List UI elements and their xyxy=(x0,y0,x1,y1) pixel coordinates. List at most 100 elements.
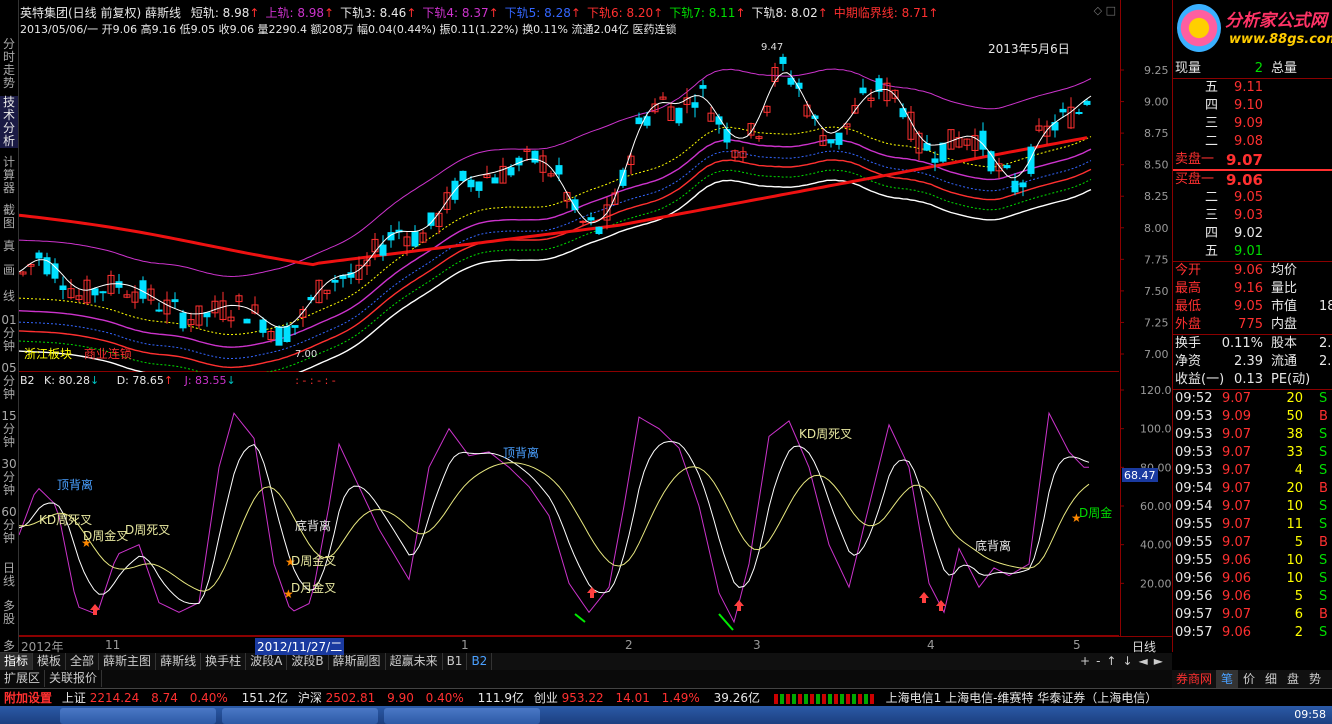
left-tab-11[interactable]: 60分钟 xyxy=(0,506,18,545)
tick-side: S xyxy=(1319,589,1328,604)
left-tab-1[interactable]: 技术分析 xyxy=(0,96,18,148)
tick-row-9: 09:55 9.06 10 S xyxy=(1173,552,1332,570)
period-label[interactable]: 日线 xyxy=(1132,638,1156,655)
left-tab-8[interactable]: 05分钟 xyxy=(0,362,18,401)
indicator-tab-4[interactable]: 薛斯线 xyxy=(156,653,202,670)
stat-value-1: 9.16 xyxy=(1234,281,1263,296)
tick-side: S xyxy=(1319,553,1328,568)
rail-value-0: 短轨: 8.98↑ xyxy=(190,6,260,20)
current-volume-label: 现量 xyxy=(1175,61,1202,76)
candle xyxy=(99,291,107,294)
tick-row-2: 09:53 9.07 38 S xyxy=(1173,426,1332,444)
indicator-tab-3[interactable]: 薛斯主图 xyxy=(99,653,157,670)
kd-annotation-6: D月金叉 xyxy=(291,580,336,595)
indicator-tab-6[interactable]: 波段A xyxy=(246,653,288,670)
news-ticker[interactable]: 上海电信1 上海电信-维赛特 华泰证券（上海电信） xyxy=(886,691,1158,705)
sell-row-0: 五 9.11 xyxy=(1173,79,1332,97)
left-tab-4[interactable]: 真 xyxy=(0,240,18,253)
time-label-7: 5 xyxy=(1073,638,1081,652)
left-tab-10[interactable]: 30分钟 xyxy=(0,458,18,497)
right-tab-2[interactable]: 细 xyxy=(1260,670,1282,688)
stat-label-3: 外盘 xyxy=(1175,317,1202,332)
left-tab-0[interactable]: 分时走势 xyxy=(0,38,18,90)
chart-window-icons[interactable]: ◇ □ xyxy=(1094,4,1116,17)
sector-label: 浙江板块 商业连锁 xyxy=(24,347,132,361)
broker-link[interactable]: 券商网 xyxy=(1172,670,1216,688)
price-tick-label-3: 8.50 xyxy=(1144,159,1169,172)
settings-link[interactable]: 附加设置 xyxy=(4,691,52,705)
extension-tab-1[interactable]: 关联报价 xyxy=(45,670,103,687)
right-tab-3[interactable]: 盘 xyxy=(1282,670,1304,688)
indicator-tab-2[interactable]: 全部 xyxy=(66,653,100,670)
time-label-5: 3 xyxy=(753,638,761,652)
left-tab-12[interactable]: 日线 xyxy=(0,562,18,588)
sell-row-3: 二 9.08 xyxy=(1173,133,1332,151)
left-tab-6[interactable]: 线 xyxy=(0,290,18,303)
indicator-tab-8[interactable]: 薛斯副图 xyxy=(329,653,386,670)
right-tab-4[interactable]: 势 xyxy=(1304,670,1326,688)
taskbar-app-1[interactable] xyxy=(60,708,216,724)
candle xyxy=(179,312,187,329)
nav-control-5[interactable]: ► xyxy=(1154,654,1163,668)
left-tab-7[interactable]: 01分钟 xyxy=(0,314,18,353)
brand-logo: 分析家公式网 www.88gs.com xyxy=(1173,0,1332,58)
taskbar-app-2[interactable] xyxy=(222,708,378,724)
left-tab-3[interactable]: 截图 xyxy=(0,204,18,230)
tick-row-12: 09:57 9.07 6 B xyxy=(1173,606,1332,624)
nav-control-1[interactable]: - xyxy=(1096,654,1100,668)
candle xyxy=(827,139,835,144)
buy-price-0: 9.06 xyxy=(1225,171,1263,189)
nav-control-0[interactable]: + xyxy=(1080,654,1090,668)
j-value: J: 83.55 xyxy=(184,374,227,387)
kd-annotation-8: KD周死叉 xyxy=(799,427,852,441)
restore-icon[interactable]: ◇ xyxy=(1094,4,1102,17)
candle xyxy=(579,220,587,223)
nav-control-4[interactable]: ◄ xyxy=(1139,654,1148,668)
indicator-tab-5[interactable]: 换手柱 xyxy=(201,653,247,670)
left-tab-5[interactable]: 画 xyxy=(0,264,18,277)
indicator-tab-9[interactable]: 超赢未来 xyxy=(386,653,443,670)
stat-label2-0: 均价 xyxy=(1271,263,1298,278)
tick-price: 9.06 xyxy=(1222,589,1251,604)
buy-price-3: 9.02 xyxy=(1234,226,1263,241)
candle xyxy=(155,309,163,312)
time-label-3: 1 xyxy=(461,638,469,652)
indicator-tab-11[interactable]: B2 xyxy=(467,653,493,670)
nav-control-3[interactable]: ↓ xyxy=(1122,654,1132,668)
tick-price: 9.06 xyxy=(1222,625,1251,640)
right-tab-1[interactable]: 价 xyxy=(1238,670,1260,688)
candle xyxy=(91,288,99,296)
candle xyxy=(619,169,627,186)
tick-price: 9.07 xyxy=(1222,427,1251,442)
stat-row-3: 外盘 775 内盘 xyxy=(1173,316,1332,334)
candle xyxy=(1075,112,1083,115)
tick-row-8: 09:55 9.07 5 B xyxy=(1173,534,1332,552)
kd-indicator-chart[interactable]: ★★★★顶背离KD周死叉D周金叉D周死叉 底背离D周金叉D月金叉顶背离KD周死叉底… xyxy=(19,372,1119,636)
buy-row-0: 买盘一 9.06 xyxy=(1173,171,1332,189)
buy-price-1: 9.05 xyxy=(1234,190,1263,205)
extension-tab-0[interactable]: 扩展区 xyxy=(0,670,46,687)
indicator-tab-0[interactable]: 指标 xyxy=(0,653,34,670)
candle xyxy=(555,165,563,175)
quote-panel: 分析家公式网 www.88gs.com 现量 2 总量五 9.11 四 9.10 三 9.09 二 9… xyxy=(1172,0,1332,652)
fund-label-0: 换手 xyxy=(1175,336,1202,351)
candle xyxy=(939,142,947,162)
kd-annotation-1: KD周死叉 xyxy=(39,513,92,527)
zoom-controls: + - ↑ ↓ ◄ ► xyxy=(1077,653,1166,670)
left-tab-2[interactable]: 计算器 xyxy=(0,156,18,195)
left-tab-9[interactable]: 15分钟 xyxy=(0,410,18,449)
tick-row-1: 09:53 9.09 50 B xyxy=(1173,408,1332,426)
indicator-tab-7[interactable]: 波段B xyxy=(287,653,329,670)
right-tab-0[interactable]: 笔 xyxy=(1216,670,1238,688)
taskbar-app-3[interactable] xyxy=(384,708,540,724)
indicator-tabs: 指标 模板 全部 薛斯主图 薛斯线 换手柱 波段A 波段B 薛斯副图 超赢未来 B1 B2 + - ↑ ↓ ◄ ► xyxy=(0,652,1172,671)
fund-label2-1: 流通 xyxy=(1271,354,1298,369)
kd-annotation-5: D周金叉 xyxy=(291,553,336,568)
nav-control-2[interactable]: ↑ xyxy=(1106,654,1116,668)
indicator-tab-1[interactable]: 模板 xyxy=(33,653,67,670)
main-price-chart[interactable]: 9.47 7.00 xyxy=(19,0,1119,372)
stat-label2-1: 量比 xyxy=(1271,281,1298,296)
left-tab-13[interactable]: 多股 xyxy=(0,600,18,626)
close-icon[interactable]: □ xyxy=(1106,4,1116,17)
indicator-tab-10[interactable]: B1 xyxy=(443,653,468,670)
